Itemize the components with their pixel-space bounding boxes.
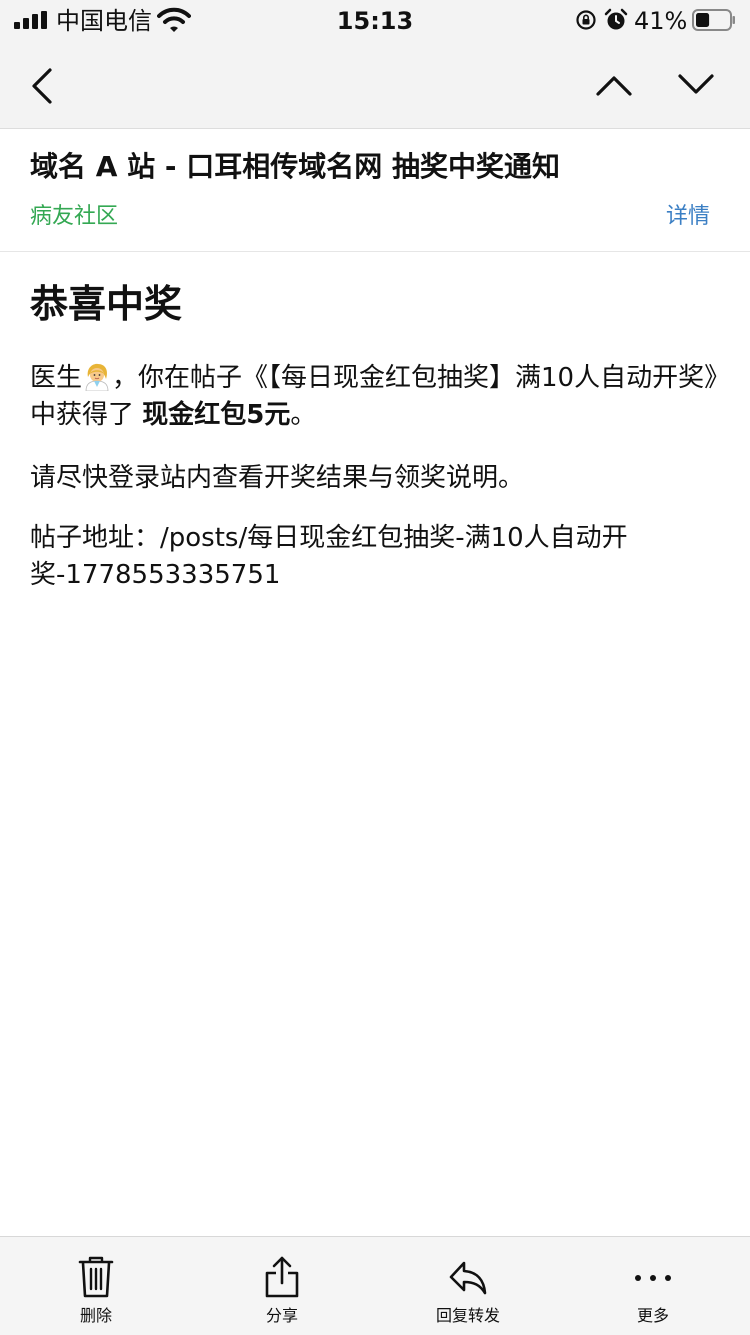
reply-forward-button[interactable]: 回复转发: [398, 1237, 538, 1335]
share-icon: [265, 1256, 299, 1298]
doctor-emoji-icon: [85, 363, 109, 391]
share-label: 分享: [265, 1306, 298, 1325]
reply-forward-label: 回复转发: [435, 1306, 500, 1325]
delete-button[interactable]: 删除: [26, 1237, 166, 1335]
bottom-toolbar: 删除 分享 回复转发 更多: [0, 1236, 750, 1335]
more-icon: [635, 1275, 671, 1281]
reply-icon: [449, 1261, 487, 1295]
recipient-name: 医生: [30, 363, 83, 393]
award-text-end: 。: [290, 400, 317, 430]
post-address: 帖子地址：/posts/每日现金红包抽奖-满10人自动开奖-1778553335…: [30, 523, 628, 590]
more-button[interactable]: 更多: [583, 1237, 723, 1335]
award-text: ，你在帖子《【每日现金红包抽奖】满10人自动开奖》中获得了: [30, 363, 718, 430]
details-link[interactable]: 详情: [666, 201, 710, 233]
battery-percent: 41%: [634, 7, 688, 35]
previous-icon[interactable]: [592, 64, 636, 108]
sender-name[interactable]: 病友社区: [30, 201, 118, 233]
login-instruction: 请尽快登录站内查看开奖结果与领奖说明。: [30, 463, 525, 493]
more-label: 更多: [636, 1306, 669, 1325]
alarm-icon: [604, 8, 628, 30]
next-icon[interactable]: [674, 64, 718, 108]
delete-label: 删除: [79, 1306, 112, 1325]
battery-icon: [692, 9, 735, 31]
status-bar: 中国电信 15:13 41%: [0, 0, 750, 40]
trash-icon: [78, 1256, 114, 1298]
message-subject: 域名 A 站 - 口耳相传域名网 抽奖中奖通知: [30, 150, 561, 183]
navigation-bar: [0, 40, 750, 129]
message-body: 恭喜中奖 医生 ，你在帖子《【每日现金红包抽奖】满10人自动开奖》中获得了 现金…: [30, 252, 720, 594]
prize-amount: 现金红包5元: [142, 400, 291, 430]
rotation-lock-icon: [576, 10, 596, 30]
message-header: 域名 A 站 - 口耳相传域名网 抽奖中奖通知 病友社区 详情: [0, 129, 750, 252]
share-button[interactable]: 分享: [212, 1237, 352, 1335]
award-paragraph: 医生 ，你在帖子《【每日现金红包抽奖】满10人自动开奖》中获得了 现金红包5元。: [30, 360, 720, 434]
back-icon[interactable]: [22, 64, 66, 108]
body-heading: 恭喜中奖: [30, 282, 183, 326]
